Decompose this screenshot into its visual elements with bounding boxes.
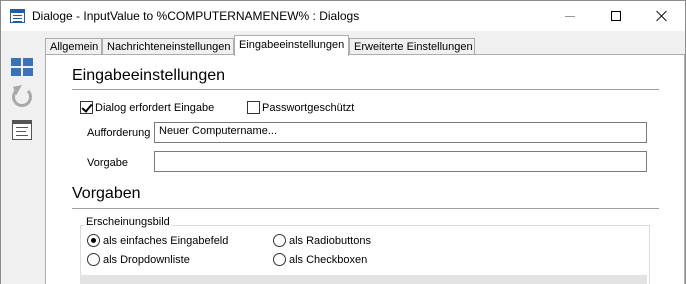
appearance-title: Erscheinungsbild — [84, 216, 172, 228]
refresh-icon[interactable] — [9, 81, 36, 109]
section-divider — [72, 208, 659, 209]
tab-allgemein[interactable]: Allgemein — [45, 38, 102, 55]
radio-checkboxes[interactable] — [273, 253, 286, 266]
radio-radiobuttons[interactable] — [273, 234, 286, 247]
tab-strip: Allgemein Nachrichteneinstellungen Einga… — [45, 35, 685, 56]
default-label: Vorgabe — [87, 157, 128, 169]
grid-icon[interactable] — [10, 56, 36, 80]
radio-simple-input[interactable] — [87, 234, 100, 247]
radio-simple-input-label: als einfaches Eingabefeld — [103, 235, 229, 247]
left-toolbar — [1, 31, 44, 284]
section-heading-defaults: Vorgaben — [72, 185, 141, 202]
options-area — [80, 275, 647, 284]
tab-eingabeeinstellungen[interactable]: Eingabeeinstellungen — [234, 35, 349, 56]
prompt-label: Aufforderung — [87, 127, 151, 139]
close-button[interactable] — [639, 1, 685, 31]
maximize-button[interactable] — [593, 1, 639, 31]
radio-dropdown-label: als Dropdownliste — [103, 254, 190, 266]
close-icon — [656, 10, 668, 22]
require-input-label: Dialog erfordert Eingabe — [95, 102, 215, 114]
radio-radiobuttons-label: als Radiobuttons — [289, 235, 371, 247]
minimize-icon — [565, 15, 575, 17]
maximize-icon — [611, 11, 621, 21]
section-divider — [72, 89, 659, 90]
window-title: Dialoge - InputValue to %COMPUTERNAMENEW… — [32, 9, 360, 23]
section-heading-input: Eingabeeinstellungen — [72, 67, 226, 84]
prompt-input[interactable]: Neuer Computername... — [154, 122, 647, 143]
default-input[interactable] — [154, 151, 647, 172]
password-checkbox[interactable] — [247, 101, 260, 114]
radio-dropdown[interactable] — [87, 253, 100, 266]
dialog-window: Dialoge - InputValue to %COMPUTERNAMENEW… — [0, 0, 686, 284]
tab-erweiterte-einstellungen[interactable]: Erweiterte Einstellungen — [349, 38, 475, 55]
radio-checkboxes-label: als Checkboxen — [289, 254, 368, 266]
tab-nachrichteneinstellungen[interactable]: Nachrichteneinstellungen — [102, 38, 234, 55]
title-bar: Dialoge - InputValue to %COMPUTERNAMENEW… — [1, 1, 685, 31]
require-input-checkbox[interactable] — [80, 101, 93, 114]
settings-panel: Eingabeeinstellungen Dialog erfordert Ei… — [45, 54, 685, 284]
form-icon[interactable] — [10, 119, 36, 143]
app-icon — [10, 9, 25, 23]
password-label: Passwortgeschützt — [262, 102, 355, 114]
minimize-button[interactable] — [547, 1, 593, 31]
